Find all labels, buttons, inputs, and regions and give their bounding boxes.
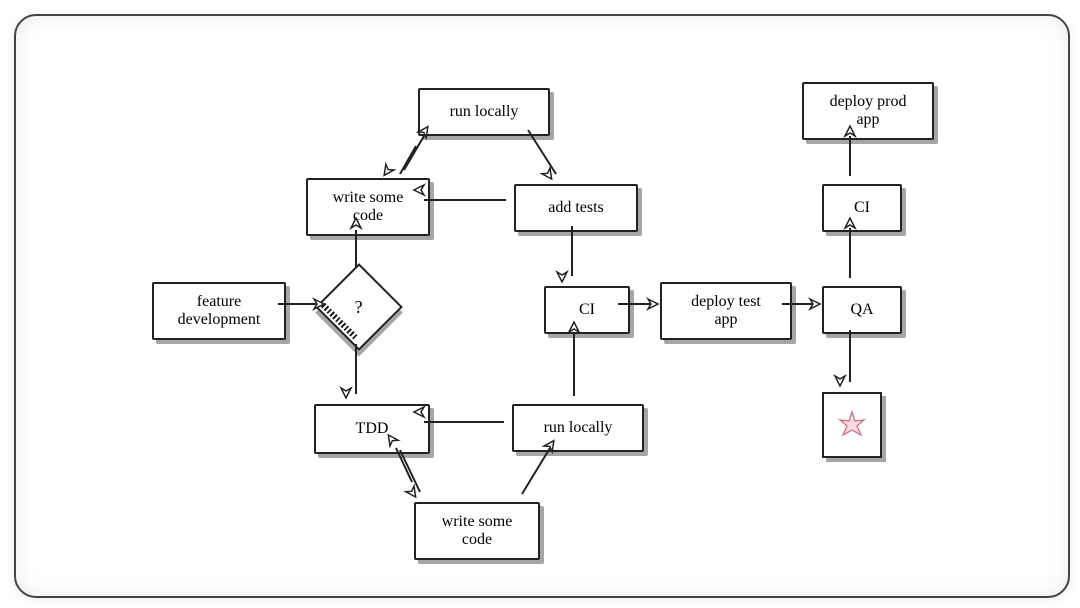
node-bug bbox=[822, 392, 882, 458]
node-add-tests: add tests bbox=[514, 184, 638, 232]
node-deploy-test: deploy test app bbox=[660, 282, 792, 340]
node-tdd: TDD bbox=[314, 404, 430, 454]
node-feature-development: feature development bbox=[152, 282, 286, 340]
diagram-frame: feature development ? write some code ru… bbox=[14, 14, 1070, 598]
node-deploy-prod: deploy prod app bbox=[802, 82, 934, 140]
node-run-locally-bot: run locally bbox=[512, 404, 644, 452]
node-decision: ? bbox=[315, 263, 403, 351]
node-ci-right: CI bbox=[822, 184, 902, 232]
decision-label: ? bbox=[355, 297, 363, 318]
star-icon bbox=[837, 410, 867, 440]
node-qa: QA bbox=[822, 286, 902, 334]
node-write-code-top: write some code bbox=[306, 178, 430, 236]
node-write-code-bot: write some code bbox=[414, 502, 540, 560]
node-run-locally-top: run locally bbox=[418, 88, 550, 136]
node-ci-mid: CI bbox=[544, 286, 630, 334]
